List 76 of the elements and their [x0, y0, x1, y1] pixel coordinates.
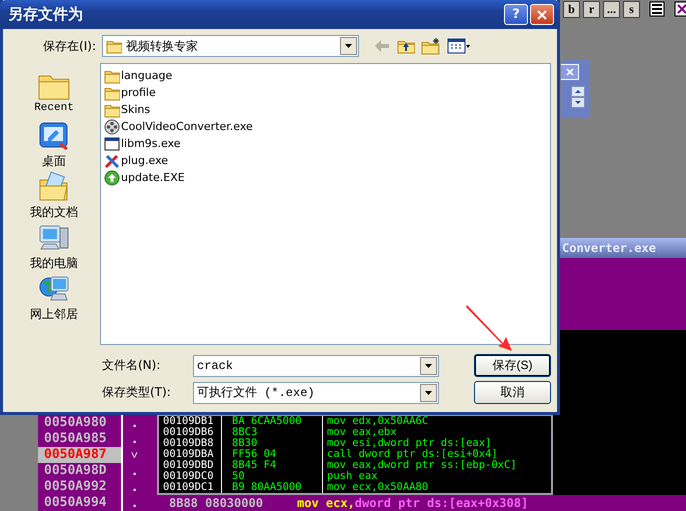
instruction: mov edx,0x50AA6C [326, 416, 428, 427]
new-folder-icon[interactable] [421, 37, 441, 55]
folder-icon [106, 38, 122, 54]
up-arrow-circle-icon[interactable] [104, 170, 120, 186]
folder-dropdown[interactable]: 视频转换专家 [102, 35, 359, 57]
toolbar-button[interactable]: ... [603, 0, 620, 18]
file-name[interactable]: libm9s.exe [121, 137, 181, 150]
address-cell: 00109DC1 [159, 482, 222, 493]
place-label[interactable]: Recent [34, 102, 74, 114]
close-button[interactable] [561, 64, 579, 80]
file-name-field[interactable]: crack [193, 354, 439, 376]
file-name[interactable]: CoolVideoConverter.exe [121, 120, 253, 133]
up-folder-icon[interactable] [397, 38, 415, 54]
hex-bytes: BA 6CAA5000 [222, 416, 323, 427]
hex-bytes: 8B88 08030000 [169, 495, 264, 511]
hex-bytes: 8BC3 [222, 427, 323, 438]
close-button[interactable] [530, 4, 554, 25]
save-in-label: 保存在(I): [43, 38, 96, 54]
address-cell: 0050A994 [38, 495, 123, 511]
address-cell: 00109DBD [159, 460, 222, 471]
dropdown-value: 可执行文件 (*.exe) [197, 385, 316, 401]
toolbar-button[interactable]: s [623, 0, 640, 18]
address-cell: 00109DB1 [159, 416, 222, 427]
program-window-icon[interactable] [104, 136, 120, 152]
hex-bytes: 50 [222, 471, 323, 482]
close-icon [566, 68, 574, 76]
hex-bytes: 8B45 F4 [222, 460, 323, 471]
window-title: 另存文件为 [8, 5, 83, 24]
annotation-arrow [465, 303, 515, 353]
file-name[interactable]: language [121, 69, 172, 82]
file-type-dropdown[interactable]: 可执行文件 (*.exe) [193, 382, 439, 404]
hex-bytes: B9 80AA5000 [222, 482, 323, 493]
place-label[interactable]: 我的电脑 [30, 255, 78, 272]
dropdown-value: 视频转换专家 [126, 38, 199, 54]
documents-folder-icon[interactable] [38, 171, 70, 203]
list-icon[interactable] [649, 1, 665, 17]
instruction: mov esi,dword ptr ds:[eax] [326, 438, 492, 449]
address-cell: 0050A98D [38, 463, 123, 479]
place-label[interactable]: 网上邻居 [30, 306, 78, 323]
spin-arrows-icon[interactable] [571, 86, 585, 108]
place-label[interactable]: 我的文档 [30, 204, 78, 221]
place-label[interactable]: 桌面 [42, 153, 66, 170]
address-cell: 0050A987 [38, 447, 123, 463]
film-reel-icon[interactable] [104, 118, 120, 134]
view-menu-icon[interactable] [447, 38, 471, 54]
desktop-icon[interactable] [38, 120, 70, 152]
file-name-label: 文件名(N): [101, 357, 162, 374]
instruction: call dword ptr ds:[esi+0x4] [326, 449, 498, 460]
field-value: crack [197, 358, 234, 372]
address-cell: 0050A992 [38, 479, 123, 495]
file-name[interactable]: update.EXE [121, 171, 185, 184]
instruction: mov eax,ebx [326, 427, 397, 438]
address-cell: 0050A980 [38, 415, 123, 431]
marker-cell: . [123, 495, 163, 511]
file-name[interactable]: profile [121, 86, 156, 99]
address-cell: 0050A985 [38, 431, 123, 447]
save-button[interactable]: 保存(S) [474, 354, 551, 377]
address-cell: 00109DC0 [159, 471, 222, 482]
instruction: push eax [326, 471, 378, 482]
hex-bytes: FF56 04 [222, 449, 323, 460]
toolbar-button[interactable]: r [583, 0, 600, 18]
toolbar-button[interactable]: b [563, 0, 580, 18]
file-name[interactable]: Skins [121, 103, 150, 116]
close-icon [537, 10, 547, 20]
hex-bytes: 8B30 [222, 438, 323, 449]
help-button[interactable]: ? [504, 4, 528, 25]
instruction: mov ecx,0x50AA80 [326, 482, 428, 493]
instruction-operand: dword ptr ds:[eax+0x308] [354, 495, 528, 511]
cancel-button[interactable]: 取消 [474, 381, 551, 404]
address-cell: 00109DBA [159, 449, 222, 460]
file-type-label: 保存类型(T): [101, 384, 172, 401]
instruction-mnemonic: mov ecx, [297, 495, 355, 511]
file-name[interactable]: plug.exe [121, 154, 168, 167]
address-cell: 00109DB8 [159, 438, 222, 449]
address-cell: 00109DB6 [159, 427, 222, 438]
instruction: mov eax,dword ptr ss:[ebp-0xC] [326, 460, 517, 471]
